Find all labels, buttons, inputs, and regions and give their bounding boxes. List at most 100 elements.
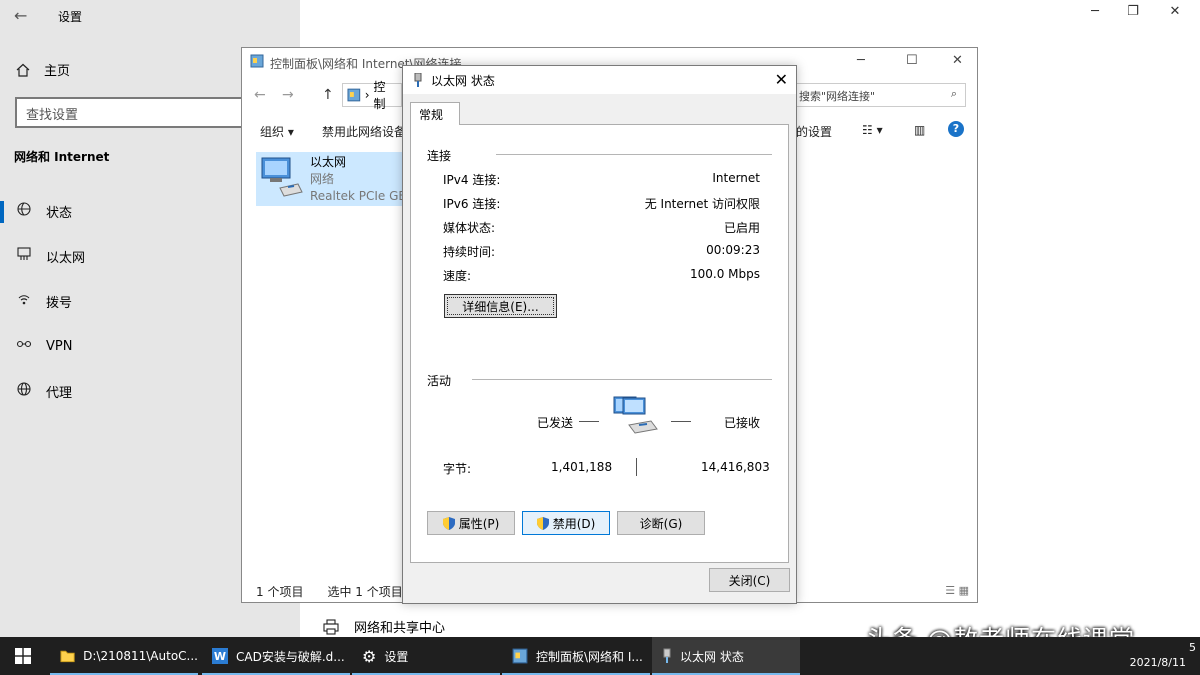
settings-button-partial[interactable]: 的设置 [796, 123, 832, 140]
row-value: 已启用 [723, 221, 760, 235]
media-state-row: 媒体状态: 已启用 [443, 219, 760, 236]
row-value: 100.0 Mbps [689, 267, 760, 281]
connection-type: 网络 [310, 172, 335, 186]
speed-row: 速度: 100.0 Mbps [443, 267, 760, 284]
back-arrow-icon[interactable]: ← [14, 6, 27, 25]
uac-shield-icon [536, 516, 549, 530]
gear-icon: ⚙ [362, 646, 377, 666]
group-divider [496, 154, 772, 155]
general-panel: 连接 IPv4 连接: Internet IPv6 连接: 无 Internet… [410, 124, 789, 563]
address-bar[interactable]: › 控制 [342, 80, 402, 111]
taskbar-item-word[interactable]: W CAD安装与破解.d... [202, 637, 350, 675]
ethernet-connection-item[interactable]: 以太网 网络 Realtek PCIe GBE [256, 152, 414, 206]
taskbar: D:\210811\AutoC... W CAD安装与破解.d... ⚙ 设置 … [0, 637, 1200, 675]
taskbar-item-settings[interactable]: ⚙ 设置 [352, 637, 500, 675]
word-icon: W [212, 648, 228, 664]
home-label: 主页 [44, 64, 71, 79]
net-minimize-icon[interactable]: ─ [857, 53, 865, 68]
taskbar-item-explorer[interactable]: D:\210811\AutoC... [50, 637, 198, 675]
row-label: IPv6 连接: [443, 197, 501, 211]
taskbar-item-label: 以太网 状态 [680, 649, 744, 664]
help-icon[interactable]: ? [948, 121, 964, 137]
forward-icon[interactable]: → [282, 87, 294, 103]
nav-item-label: VPN [46, 338, 73, 354]
ethernet-status-dialog: 以太网 状态 ✕ 常规 连接 IPv4 连接: Internet IPv6 连接… [402, 65, 797, 604]
nav-item-label: 代理 [46, 385, 73, 401]
taskbar-item-control-panel[interactable]: 控制面板\网络和 I... [502, 637, 650, 675]
group-divider [472, 379, 772, 380]
row-label: IPv4 连接: [443, 173, 501, 187]
net-close-icon[interactable]: ✕ [952, 53, 963, 68]
activity-group-label: 活动 [427, 374, 452, 388]
diagnose-button[interactable]: 诊断(G) [617, 511, 705, 535]
folder-search-input[interactable]: 搜索"网络连接" ⌕ [792, 83, 966, 107]
view-options-icon[interactable]: ☷ ▾ [862, 123, 883, 137]
properties-button[interactable]: 属性(P) [427, 511, 515, 535]
taskbar-item-label: D:\210811\AutoC... [83, 649, 198, 663]
close-icon[interactable]: ✕ [1152, 4, 1198, 19]
taskbar-item-label: CAD安装与破解.d... [236, 649, 345, 664]
ethernet-plug-icon [414, 73, 422, 87]
row-label: 媒体状态: [443, 221, 496, 235]
control-panel-icon [250, 54, 264, 68]
network-computers-icon [611, 395, 661, 442]
taskbar-item-label: 设置 [384, 649, 409, 664]
network-sharing-center-link[interactable]: 网络和共享中心 [322, 617, 445, 636]
organize-button[interactable]: 组织 ▾ [260, 123, 294, 140]
back-icon[interactable]: ← [254, 87, 266, 103]
ipv4-row: IPv4 连接: Internet [443, 171, 760, 188]
taskbar-clock[interactable]: 2021/8/11 [1130, 656, 1186, 669]
ethernet-icon [16, 247, 32, 265]
view-toggle-icons[interactable]: ☰ ▦ [945, 584, 969, 597]
maximize-icon[interactable]: ❐ [1110, 4, 1156, 19]
start-button[interactable] [0, 637, 46, 675]
dialog-titlebar: 以太网 状态 [403, 66, 796, 94]
row-value: 无 Internet 访问权限 [644, 197, 760, 211]
disable-button[interactable]: 禁用(D) [522, 511, 610, 535]
preview-pane-icon[interactable]: ▥ [914, 123, 925, 137]
home-icon [16, 63, 30, 77]
row-label: 持续时间: [443, 245, 496, 259]
control-panel-icon [347, 88, 361, 102]
windows-logo-icon [15, 648, 31, 664]
received-line [671, 421, 691, 422]
details-button[interactable]: 详细信息(E)... [444, 294, 557, 318]
clock-time-partial: 5 [1189, 641, 1196, 654]
vpn-icon [16, 337, 32, 355]
connection-adapter: Realtek PCIe GBE [310, 189, 415, 203]
address-crumb: 控制 [373, 80, 386, 111]
row-value: Internet [712, 171, 760, 185]
selected-count: 选中 1 个项目 [327, 585, 403, 599]
bytes-sent: 1,401,188 [551, 460, 613, 474]
close-button[interactable]: 关闭(C) [709, 568, 790, 592]
taskbar-item-ethernet-status[interactable]: 以太网 状态 [652, 637, 800, 675]
control-panel-icon [512, 648, 528, 664]
tab-general[interactable]: 常规 [410, 102, 460, 125]
item-count: 1 个项目 [256, 585, 304, 599]
folder-icon [60, 650, 75, 663]
nav-item-label: 以太网 [46, 250, 86, 266]
bytes-label: 字节: [443, 462, 472, 476]
disable-device-button[interactable]: 禁用此网络设备 [322, 123, 406, 140]
home-item[interactable]: 主页 [16, 60, 70, 79]
duration-row: 持续时间: 00:09:23 [443, 243, 760, 260]
bytes-received: 14,416,803 [701, 460, 770, 474]
properties-label: 属性(P) [458, 516, 500, 531]
up-icon[interactable]: ↑ [322, 87, 334, 103]
dialog-close-icon[interactable]: ✕ [775, 70, 788, 89]
sent-label: 已发送 [537, 416, 574, 430]
net-maximize-icon[interactable]: ☐ [906, 53, 918, 68]
network-adapter-icon [258, 154, 304, 204]
row-label: 速度: [443, 269, 472, 283]
ipv6-row: IPv6 连接: 无 Internet 访问权限 [443, 195, 760, 212]
network-sharing-center-label: 网络和共享中心 [354, 621, 446, 636]
taskbar-item-label: 控制面板\网络和 I... [536, 649, 643, 664]
bytes-divider [636, 458, 637, 476]
nav-item-label: 状态 [46, 205, 73, 221]
connection-group-label: 连接 [427, 149, 452, 163]
search-icon: ⌕ [950, 87, 957, 100]
settings-title: 设置 [58, 10, 83, 24]
ethernet-plug-icon [663, 648, 671, 663]
dialup-icon [16, 292, 32, 310]
dialog-title: 以太网 状态 [431, 73, 495, 88]
